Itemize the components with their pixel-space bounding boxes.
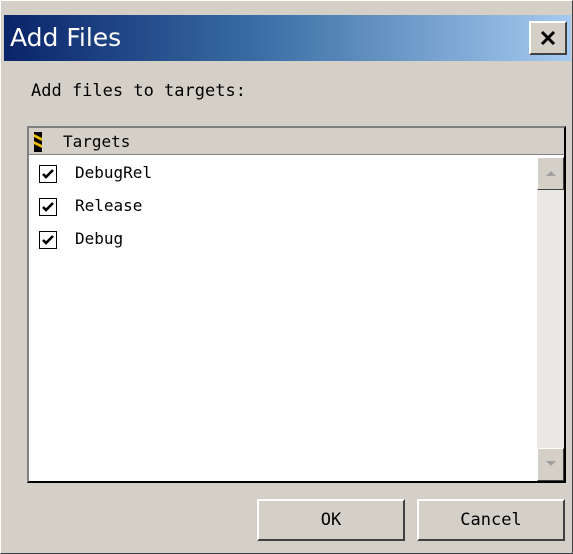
scroll-up-button[interactable]	[537, 157, 564, 190]
close-button[interactable]	[529, 21, 567, 55]
target-checkbox[interactable]	[39, 231, 57, 249]
target-label: DebugRel	[75, 163, 153, 182]
target-label: Debug	[75, 229, 124, 248]
checkmark-icon	[42, 235, 54, 245]
window-title: Add Files	[10, 23, 122, 52]
target-label: Release	[75, 196, 143, 215]
checkmark-icon	[42, 169, 54, 179]
targets-column-header[interactable]: Targets	[29, 128, 564, 155]
target-row-debugrel[interactable]: DebugRel	[29, 159, 537, 191]
targets-header-label: Targets	[63, 132, 131, 151]
targets-listbox[interactable]: Targets DebugRel Release Debug	[27, 126, 566, 483]
arrow-down-icon	[546, 461, 556, 466]
target-marker-icon	[34, 132, 42, 152]
ok-button[interactable]: OK	[257, 499, 405, 541]
close-icon	[540, 30, 556, 46]
vertical-scrollbar[interactable]	[537, 157, 564, 481]
add-files-dialog: Add Files Add files to targets: Targets …	[0, 0, 573, 554]
checkmark-icon	[42, 202, 54, 212]
arrow-up-icon	[546, 171, 556, 176]
target-row-debug[interactable]: Debug	[29, 225, 537, 257]
target-row-release[interactable]: Release	[29, 192, 537, 224]
title-bar: Add Files	[4, 15, 571, 61]
scroll-down-button[interactable]	[537, 448, 564, 481]
prompt-label: Add files to targets:	[31, 81, 246, 101]
cancel-button[interactable]: Cancel	[417, 499, 565, 541]
target-checkbox[interactable]	[39, 198, 57, 216]
target-checkbox[interactable]	[39, 165, 57, 183]
